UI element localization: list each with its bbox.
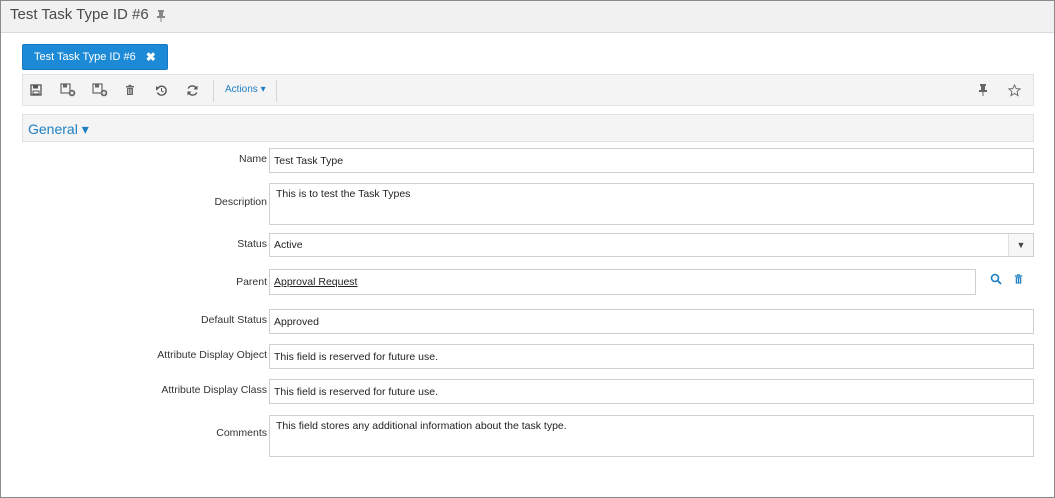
status-label: Status: [237, 238, 267, 250]
parent-link[interactable]: Approval Request: [274, 276, 357, 288]
toolbar-divider: [213, 80, 214, 102]
status-value: Active: [274, 239, 303, 251]
document-tab-label: Test Task Type ID #6: [34, 51, 136, 63]
undo-icon[interactable]: [151, 81, 171, 99]
parent-label: Parent: [236, 276, 267, 288]
toolbar-divider: [276, 80, 277, 102]
section-header-general[interactable]: General ▾: [22, 114, 1034, 142]
delete-icon[interactable]: [1011, 272, 1025, 286]
actions-menu[interactable]: Actions ▾: [225, 84, 266, 95]
delete-icon[interactable]: [120, 81, 140, 99]
description-value: This is to test the Task Types: [276, 188, 411, 200]
star-icon[interactable]: [1004, 81, 1024, 99]
refresh-icon[interactable]: [182, 81, 202, 99]
name-field[interactable]: Test Task Type: [269, 148, 1034, 173]
status-select[interactable]: Active ▼: [269, 233, 1034, 257]
save-icon[interactable]: [26, 81, 46, 99]
comments-field[interactable]: This field stores any additional informa…: [269, 415, 1034, 457]
default-status-label: Default Status: [201, 314, 267, 326]
name-value: Test Task Type: [274, 154, 344, 167]
save-and-close-icon[interactable]: [58, 81, 78, 99]
attr-display-object-field[interactable]: This field is reserved for future use.: [269, 344, 1034, 369]
default-status-field[interactable]: Approved: [269, 309, 1034, 334]
attr-display-object-label: Attribute Display Object: [157, 349, 267, 361]
document-tab[interactable]: Test Task Type ID #6 ✖: [22, 44, 168, 70]
description-label: Description: [214, 196, 267, 208]
pin-icon[interactable]: [973, 81, 993, 99]
save-and-new-icon[interactable]: [90, 81, 110, 99]
description-field[interactable]: This is to test the Task Types: [269, 183, 1034, 225]
pin-icon[interactable]: [155, 9, 167, 23]
title-bar: Test Task Type ID #6: [1, 1, 1054, 33]
default-status-value: Approved: [274, 315, 319, 328]
comments-value: This field stores any additional informa…: [276, 420, 567, 432]
attr-display-class-value: This field is reserved for future use.: [274, 385, 438, 398]
attr-display-class-field[interactable]: This field is reserved for future use.: [269, 379, 1034, 404]
comments-label: Comments: [216, 427, 267, 439]
chevron-down-icon[interactable]: ▼: [1008, 234, 1033, 256]
toolbar: Actions ▾: [22, 74, 1034, 106]
parent-field[interactable]: Approval Request: [269, 269, 976, 295]
search-icon[interactable]: [989, 272, 1003, 286]
name-label: Name: [238, 153, 267, 165]
close-icon[interactable]: ✖: [146, 51, 156, 63]
page-title: Test Task Type ID #6: [10, 6, 149, 23]
section-title[interactable]: General ▾: [28, 121, 89, 138]
attr-display-class-label: Attribute Display Class: [161, 384, 267, 396]
attr-display-object-value: This field is reserved for future use.: [274, 350, 438, 363]
